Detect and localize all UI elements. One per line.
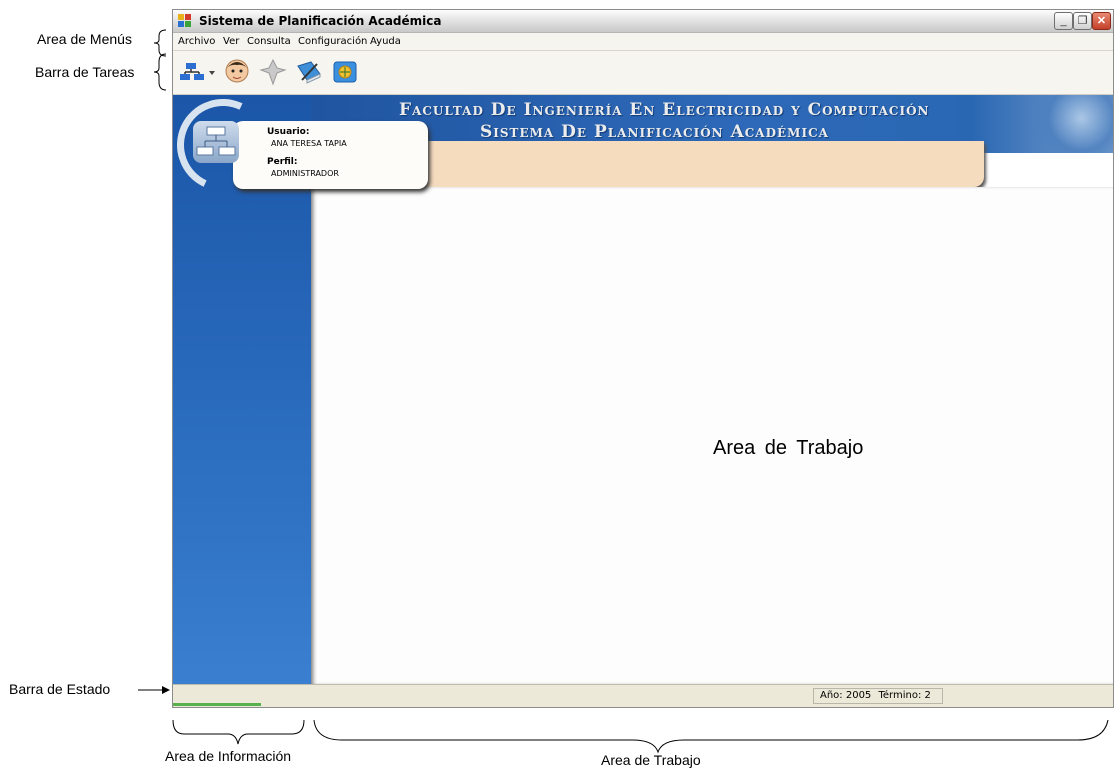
banner-decoration: [1033, 95, 1113, 153]
menu-ayuda[interactable]: Ayuda: [370, 36, 401, 47]
network-icon[interactable]: [177, 58, 217, 86]
brace-info: [172, 719, 305, 745]
content-area: Facultad De Ingeniería En Electricidad y…: [164, 86, 1113, 684]
profile-label: Perfil:: [267, 157, 298, 167]
user-name: ANA TERESA TAPIA: [271, 139, 347, 148]
browser-icon[interactable]: [331, 58, 359, 86]
work-area-label: Area de Trabajo: [713, 437, 864, 459]
minimize-button[interactable]: _: [1054, 12, 1073, 30]
brace-work: [313, 719, 1109, 754]
close-button[interactable]: ✕: [1092, 12, 1111, 30]
restore-button[interactable]: ❐: [1073, 12, 1092, 30]
app-icon: [178, 14, 192, 28]
menu-ver[interactable]: Ver: [223, 36, 239, 47]
pin-icon[interactable]: [259, 58, 287, 86]
menu-configuracion[interactable]: Configuración: [298, 36, 367, 47]
user-card: Usuario: ANA TERESA TAPIA Perfil: ADMINI…: [233, 121, 428, 189]
toolbar: [173, 51, 1113, 95]
profile-name: ADMINISTRADOR: [271, 169, 339, 178]
menu-bar: Archivo Ver Consulta Configuración Ayuda: [173, 33, 1113, 51]
header-bar: [418, 141, 984, 187]
work-area[interactable]: Area de Trabajo: [311, 187, 1113, 684]
status-arrow-icon: [138, 686, 170, 694]
system-title: Sistema De Planificación Académica: [480, 122, 829, 142]
status-progress-bar: [173, 703, 261, 706]
status-term: Término: 2: [878, 690, 931, 701]
brace-tasks: [153, 53, 167, 91]
hierarchy-logo-icon: [193, 121, 239, 163]
faculty-title: Facultad De Ingeniería En Electricidad y…: [399, 100, 930, 120]
annotation-status: Barra de Estado: [9, 681, 111, 697]
status-year: Año: 2005: [820, 690, 872, 701]
menu-consulta[interactable]: Consulta: [247, 36, 291, 47]
status-panel: Año: 2005 Término: 2: [813, 688, 943, 704]
menu-archivo[interactable]: Archivo: [178, 36, 215, 47]
user-icon[interactable]: [223, 58, 251, 86]
annotation-menus: Area de Menús: [37, 31, 132, 47]
app-window: Sistema de Planificación Académica _ ❐ ✕…: [164, 9, 1114, 708]
title-bar[interactable]: Sistema de Planificación Académica _ ❐ ✕: [173, 10, 1113, 33]
user-label: Usuario:: [267, 127, 310, 137]
status-bar: Año: 2005 Término: 2: [173, 684, 1113, 706]
window-title: Sistema de Planificación Académica: [199, 14, 442, 28]
annotation-info: Area de Información: [165, 748, 292, 764]
book-pen-icon[interactable]: [295, 58, 323, 86]
annotation-tasks: Barra de Tareas: [35, 64, 135, 80]
